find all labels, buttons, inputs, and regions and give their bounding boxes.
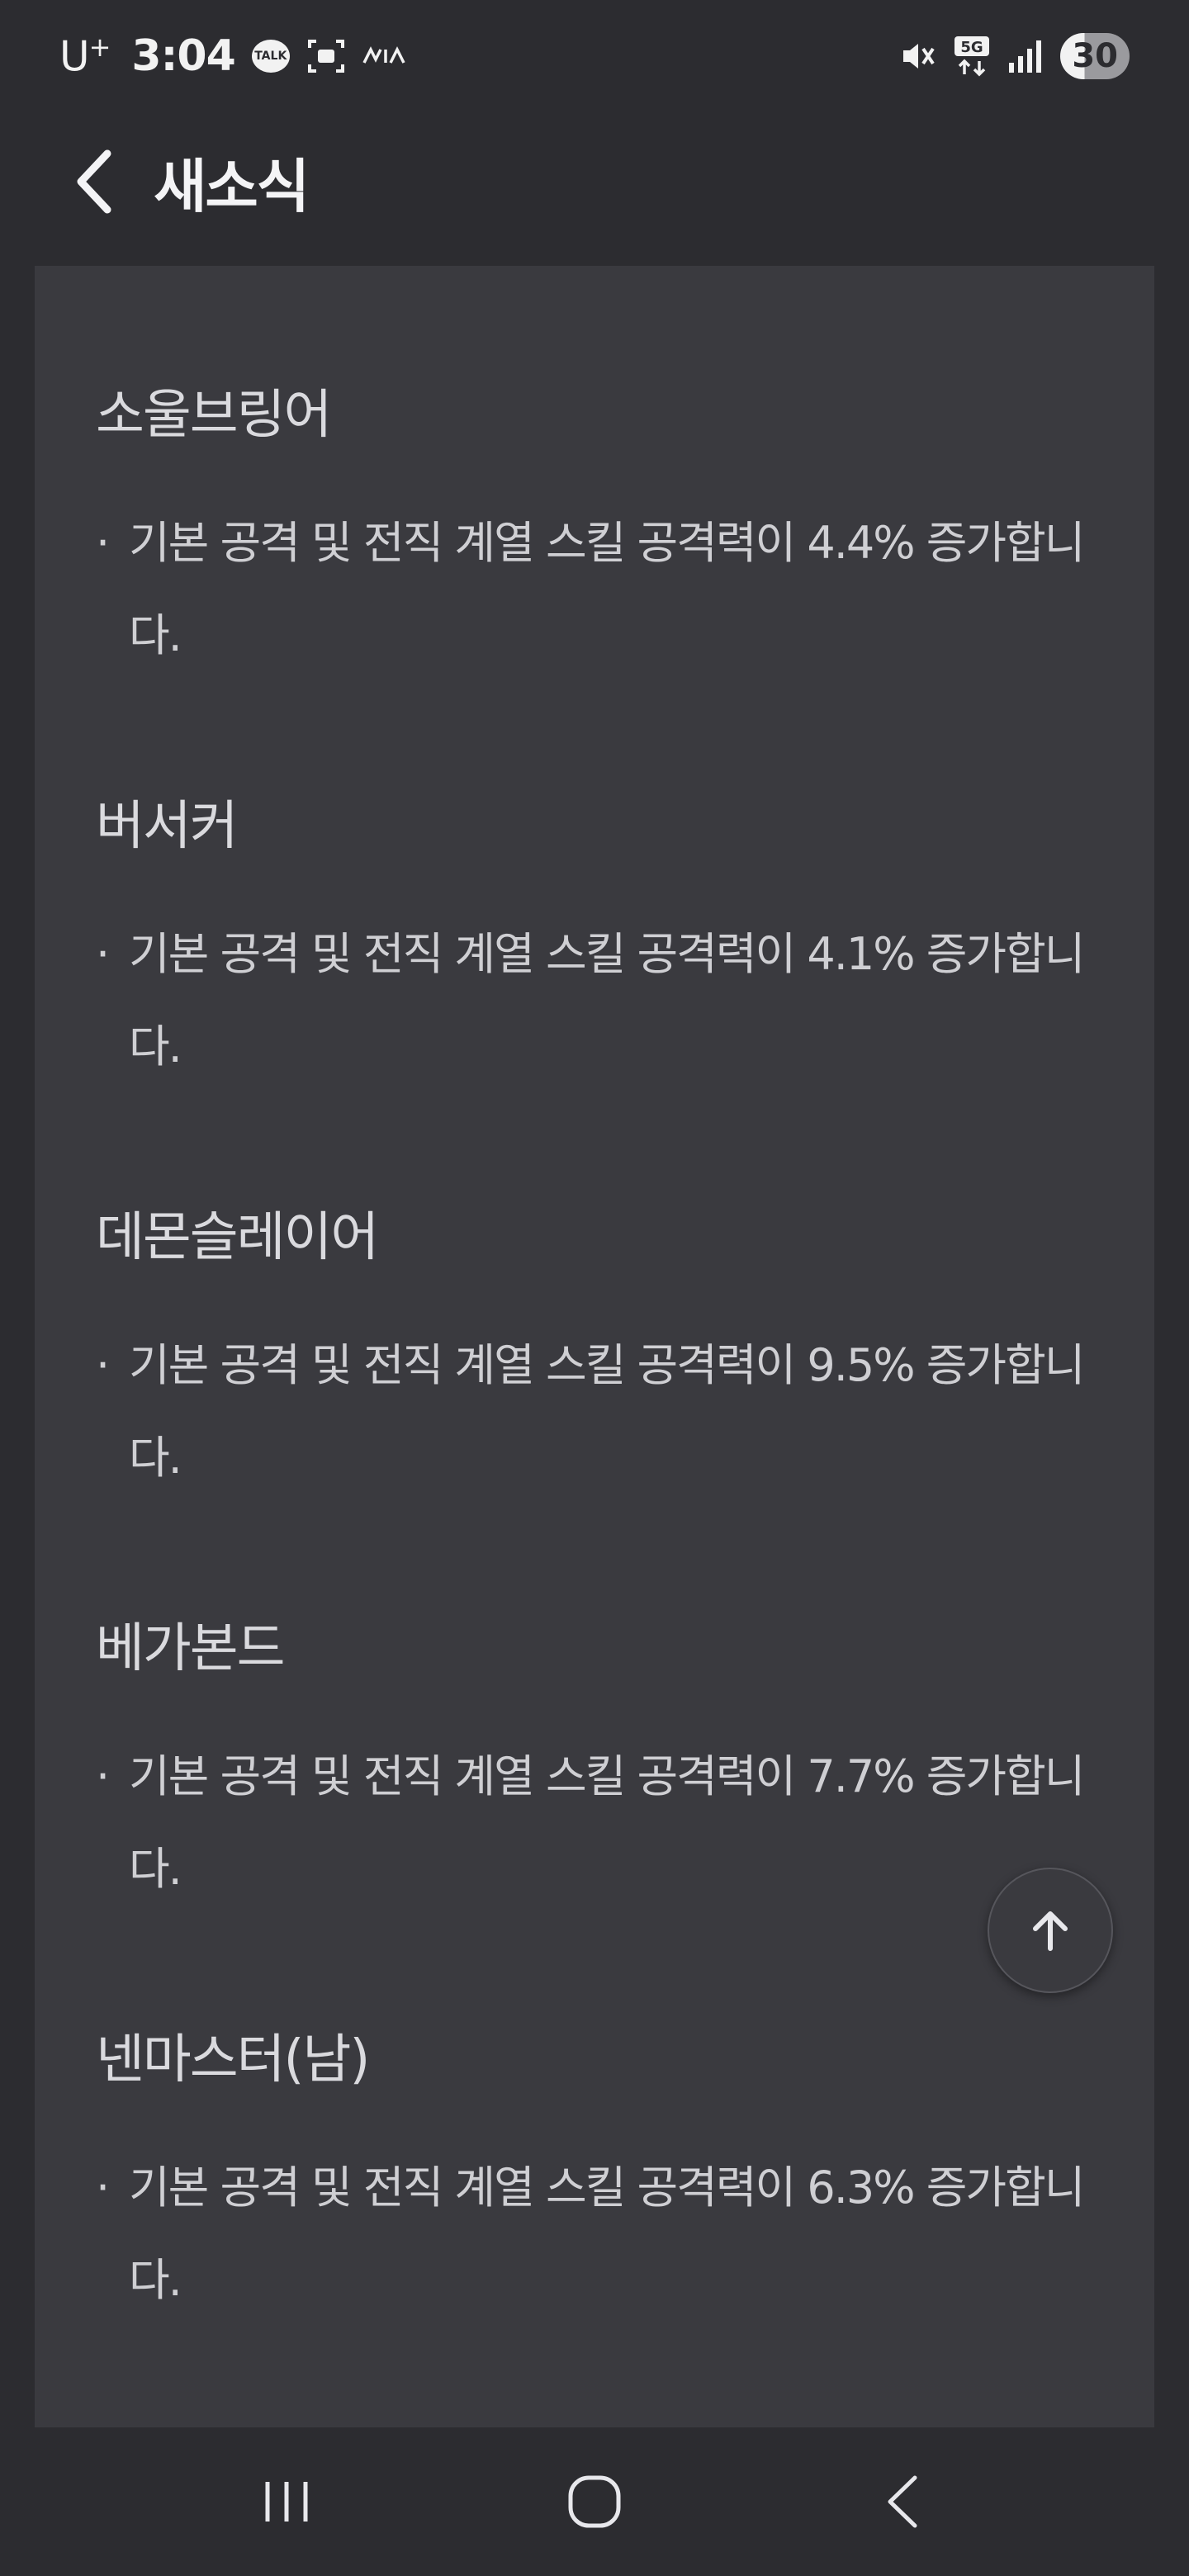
- job-section: 베가본드 기본 공격 및 전직 계열 스킬 공격력이 7.7% 증가합니다.: [96, 1615, 1093, 1915]
- job-section: 소울브링어 기본 공격 및 전직 계열 스킬 공격력이 4.4% 증가합니다.: [96, 381, 1093, 682]
- scroll-to-top-button[interactable]: [988, 1868, 1113, 1993]
- job-section: 넨마스터(남) 기본 공격 및 전직 계열 스킬 공격력이 6.3% 증가합니다…: [96, 2026, 1093, 2327]
- job-name: 버서커: [96, 796, 239, 857]
- battery-icon: 30: [1060, 33, 1130, 79]
- job-description: 기본 공격 및 전직 계열 스킬 공격력이 6.3% 증가합니다.: [96, 2142, 1111, 2327]
- job-name: 베가본드: [96, 1618, 286, 1679]
- signal-icon: [1007, 38, 1044, 74]
- status-right: 5G 30: [898, 33, 1130, 79]
- job-description: 기본 공격 및 전직 계열 스킬 공격력이 7.7% 증가합니다.: [96, 1731, 1111, 1915]
- carrier-label: U+: [59, 31, 111, 81]
- mute-icon: [898, 37, 936, 75]
- kia-logo-icon: [362, 46, 405, 66]
- status-left: U+ 3:04 TALK: [59, 31, 405, 81]
- back-icon: [888, 2475, 917, 2528]
- home-icon: [568, 2475, 621, 2528]
- app-header: 새소식: [0, 132, 1189, 231]
- job-section: 버서커 기본 공격 및 전직 계열 스킬 공격력이 4.1% 증가합니다.: [96, 793, 1093, 1093]
- arrow-up-icon: [1033, 1911, 1068, 1951]
- job-description: 기본 공격 및 전직 계열 스킬 공격력이 9.5% 증가합니다.: [96, 1319, 1111, 1504]
- chevron-left-icon: [77, 149, 111, 214]
- job-description: 기본 공격 및 전직 계열 스킬 공격력이 4.4% 증가합니다.: [96, 497, 1111, 682]
- recent-apps-button[interactable]: [237, 2452, 336, 2551]
- job-name: 넨마스터(남): [96, 2029, 370, 2091]
- job-section: 데몬슬레이어 기본 공격 및 전직 계열 스킬 공격력이 9.5% 증가합니다.: [96, 1204, 1093, 1504]
- job-description: 기본 공격 및 전직 계열 스킬 공격력이 4.1% 증가합니다.: [96, 908, 1111, 1093]
- kakaotalk-icon: TALK: [251, 40, 290, 73]
- news-content: 소울브링어 기본 공격 및 전직 계열 스킬 공격력이 4.4% 증가합니다. …: [35, 266, 1154, 2427]
- status-time: 3:04: [131, 31, 235, 81]
- back-button[interactable]: [66, 144, 124, 219]
- system-back-button[interactable]: [853, 2452, 952, 2551]
- 5g-icon: 5G: [953, 35, 991, 78]
- system-nav-bar: [0, 2427, 1189, 2576]
- recent-apps-icon: [265, 2482, 308, 2522]
- home-button[interactable]: [545, 2452, 644, 2551]
- svg-text:5G: 5G: [961, 39, 983, 56]
- screenshot-icon: [306, 38, 346, 74]
- job-name: 데몬슬레이어: [96, 1207, 379, 1268]
- page-title: 새소식: [154, 152, 310, 220]
- status-bar: U+ 3:04 TALK 5G 30: [0, 0, 1189, 112]
- job-name: 소울브링어: [96, 385, 332, 446]
